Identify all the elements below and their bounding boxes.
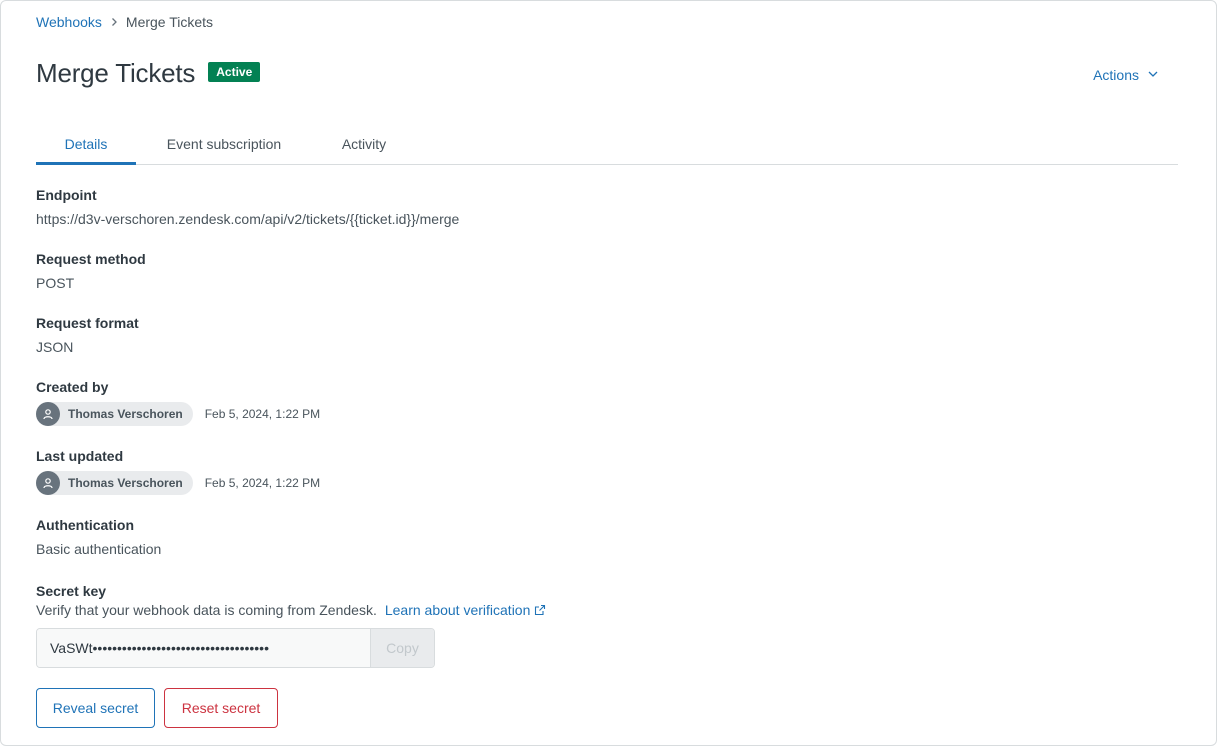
webhook-detail-panel: Webhooks Merge Tickets Merge Tickets Act… <box>0 0 1217 746</box>
user-tag: Thomas Verschoren <box>36 402 193 426</box>
authentication-label: Authentication <box>36 517 134 533</box>
learn-about-verification-link[interactable]: Learn about verification <box>385 602 547 618</box>
request-method-value: POST <box>36 275 75 291</box>
title-row: Merge Tickets Active <box>36 58 261 89</box>
secret-key-field: Copy <box>36 628 435 668</box>
chevron-right-icon <box>108 16 120 28</box>
actions-menu-button[interactable]: Actions <box>1093 67 1159 83</box>
external-link-icon <box>535 604 546 616</box>
secret-key-label: Secret key <box>36 583 107 599</box>
authentication-value: Basic authentication <box>36 541 162 557</box>
user-name: Thomas Verschoren <box>68 407 183 421</box>
actions-label: Actions <box>1093 67 1139 83</box>
secret-key-hint: Verify that your webhook data is coming … <box>36 602 546 618</box>
tab-activity[interactable]: Activity <box>312 126 416 165</box>
last-updated-label: Last updated <box>36 448 124 464</box>
request-method-label: Request method <box>36 251 146 267</box>
tab-list: Details Event subscription Activity <box>36 126 1178 165</box>
chevron-down-icon <box>1147 67 1159 83</box>
user-tag: Thomas Verschoren <box>36 471 193 495</box>
request-format-value: JSON <box>36 339 74 355</box>
page-title: Merge Tickets <box>36 58 196 88</box>
tab-details[interactable]: Details <box>36 126 136 165</box>
secret-key-hint-text: Verify that your webhook data is coming … <box>36 602 377 618</box>
breadcrumb-webhooks-link[interactable]: Webhooks <box>36 14 102 30</box>
request-format-label: Request format <box>36 315 139 331</box>
breadcrumb-current: Merge Tickets <box>125 14 214 30</box>
endpoint-label: Endpoint <box>36 187 97 203</box>
user-name: Thomas Verschoren <box>68 476 183 490</box>
learn-link-label: Learn about verification <box>384 602 531 618</box>
user-avatar-icon <box>36 471 60 495</box>
user-avatar-icon <box>36 402 60 426</box>
reveal-secret-button[interactable]: Reveal secret <box>36 688 155 728</box>
created-by-row: Thomas Verschoren Feb 5, 2024, 1:22 PM <box>36 402 320 426</box>
tab-event-subscription[interactable]: Event subscription <box>136 126 312 165</box>
breadcrumb: Webhooks Merge Tickets <box>36 14 213 30</box>
endpoint-value: https://d3v-verschoren.zendesk.com/api/v… <box>36 211 460 227</box>
updated-date: Feb 5, 2024, 1:22 PM <box>204 476 321 490</box>
last-updated-row: Thomas Verschoren Feb 5, 2024, 1:22 PM <box>36 471 320 495</box>
copy-button[interactable]: Copy <box>371 629 434 667</box>
created-date: Feb 5, 2024, 1:22 PM <box>204 407 321 421</box>
created-by-label: Created by <box>36 379 109 395</box>
reset-secret-button[interactable]: Reset secret <box>164 688 278 728</box>
status-badge: Active <box>208 61 261 82</box>
secret-key-input[interactable] <box>37 629 371 667</box>
